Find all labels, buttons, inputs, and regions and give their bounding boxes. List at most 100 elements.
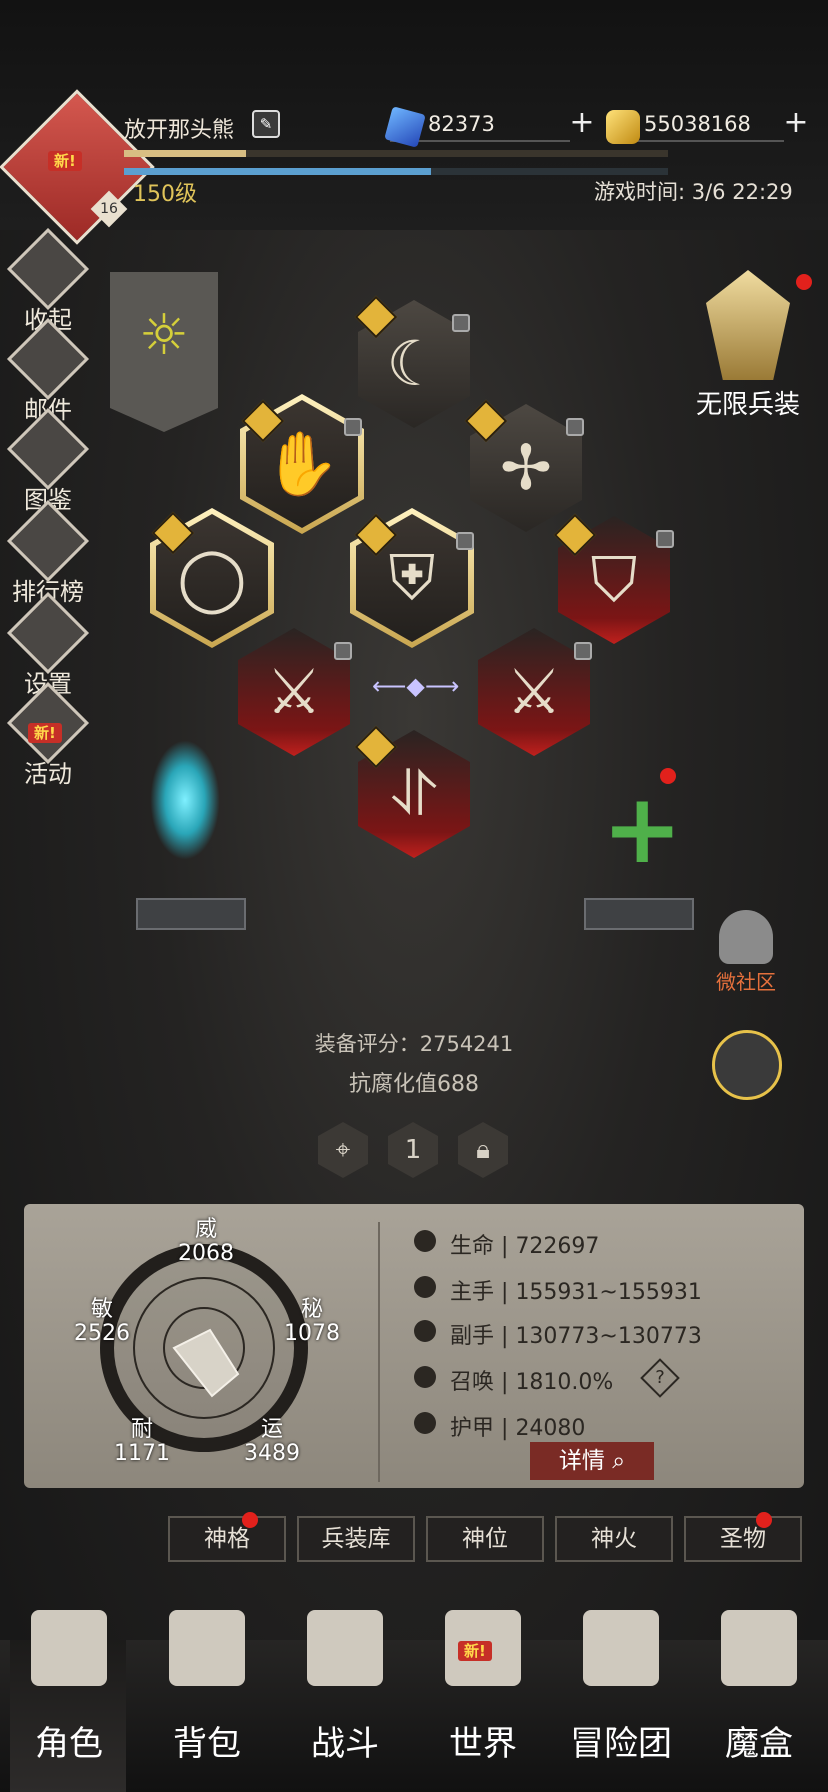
tab-armory[interactable]: 兵装库 [297,1516,415,1562]
notification-dot [756,1512,772,1528]
left-pedestal [136,898,246,930]
radar-polygon [172,1328,240,1398]
attr-value: 3489 [244,1441,300,1466]
eye-emblem-icon: ☼ [138,303,190,368]
nav-label: 背包 [173,1724,241,1764]
notification-dot [242,1512,258,1528]
attr-name: 敏 [90,1297,113,1322]
nav-character[interactable]: 角色 [0,1610,138,1765]
attr-min: 敏 2526 [70,1298,134,1346]
attr-name: 耐 [130,1417,153,1442]
knight-helmet-icon [31,1610,107,1686]
attr-value: 2068 [178,1241,234,1266]
notification-dot [796,274,812,290]
stat-separator: | [501,1324,509,1349]
gold-icon [606,110,640,144]
stat-label: 生命 [450,1234,495,1259]
help-icon-glyph: ? [655,1367,665,1388]
attr-name: 秘 [300,1297,323,1322]
diamond-value: 82373 [428,112,495,136]
stat-row-summon: 召唤 | 1810.0% [450,1364,613,1396]
stat-label: 召唤 [450,1370,495,1395]
attr-name: 运 [260,1417,283,1442]
magnifier-icon: ⌕ [612,1448,626,1474]
lock-icon [344,418,362,436]
attr-yun: 运 3489 [240,1418,304,1466]
stat-value: 24080 [515,1416,586,1441]
stat-separator: | [501,1370,509,1395]
mail-icon [6,317,90,401]
lock-icon [456,532,474,550]
player-level: 150级 [133,182,197,207]
world-new-tag: 新! [458,1640,492,1661]
nav-label: 战斗 [311,1724,379,1764]
stat-label: 副手 [450,1324,495,1349]
community-button[interactable]: 微社区 [704,910,788,995]
details-label: 详情 [558,1448,605,1474]
nav-world[interactable]: 世界 [414,1610,552,1765]
stat-value: 130773~130773 [515,1324,702,1349]
exp-bar-fill [124,150,246,157]
add-diamond-button[interactable]: + [568,108,596,138]
main-hand-icon [414,1276,436,1298]
stat-value: 155931~155931 [515,1280,702,1305]
cube-icon [721,1610,797,1686]
lock-icon [574,642,592,660]
tab-godhood[interactable]: 神格 [168,1516,286,1562]
lock-icon [656,530,674,548]
avatar-new-tag: 新! [48,150,82,171]
right-pedestal [584,898,694,930]
stat-row-off-hand: 副手 | 130773~130773 [450,1318,702,1350]
edit-name-icon[interactable]: ✎ [252,110,280,138]
nav-magic-box[interactable]: 魔盒 [690,1610,828,1765]
castle-icon [583,1610,659,1686]
stat-value: 1810.0% [515,1370,614,1395]
community-label: 微社区 [716,970,776,994]
blue-flame-icon[interactable] [150,740,220,860]
add-gold-button[interactable]: + [782,108,810,138]
energy-bar-fill [124,168,431,175]
attr-value: 1078 [284,1321,340,1346]
attr-name: 威 [194,1217,217,1242]
notification-dot [660,768,676,784]
panel-divider [378,1222,380,1482]
nav-battle[interactable]: 战斗 [276,1610,414,1765]
equipment-score: 装备评分：2754241 [314,1032,514,1056]
tab-divine-fire[interactable]: 神火 [555,1516,673,1562]
lock-icon [334,642,352,660]
nav-label: 角色 [35,1724,103,1764]
lock-icon [566,418,584,436]
stat-label: 护甲 [450,1416,495,1441]
collapse-icon [6,227,90,311]
corruption-resistance: 抗腐化值688 [349,1072,479,1097]
helmet-icon [719,910,773,964]
winged-crest-icon [706,270,790,380]
lock-icon [452,314,470,332]
game-time: 游戏时间: 3/6 22:29 [594,180,793,204]
gear-icon [6,591,90,675]
stat-row-hp: 生命 | 722697 [450,1228,599,1260]
details-button[interactable]: 详情 ⌕ [530,1442,654,1480]
attr-wei: 威 2068 [174,1218,238,1266]
attr-value: 2526 [74,1321,130,1346]
armor-stat-icon [414,1412,436,1434]
tab-divine-rank[interactable]: 神位 [426,1516,544,1562]
stat-value: 722697 [515,1234,600,1259]
tab-relics[interactable]: 圣物 [684,1516,802,1562]
add-companion-icon[interactable]: + [602,781,682,877]
nav-adventure-group[interactable]: 冒险团 [552,1610,690,1765]
stat-label: 主手 [450,1280,495,1305]
nav-bag[interactable]: 背包 [138,1610,276,1765]
gold-value: 55038168 [644,112,751,136]
summon-icon [414,1366,436,1388]
stat-separator: | [501,1280,509,1305]
events-new-tag: 新! [28,722,62,743]
book-icon [6,407,90,491]
infinite-weapon-button[interactable]: 无限兵装 [684,270,812,421]
swap-weapons-icon[interactable]: ⟵◆⟶ [372,672,459,702]
leaderboard-icon [6,499,90,583]
stat-row-armor: 护甲 | 24080 [450,1410,585,1442]
infinite-weapon-label: 无限兵装 [695,390,800,420]
attr-value: 1171 [114,1441,170,1466]
stat-separator: | [501,1234,509,1259]
